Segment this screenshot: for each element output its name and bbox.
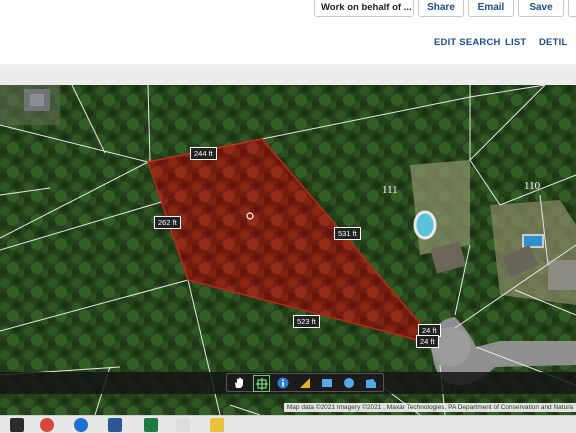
email-button[interactable]: Email [468,0,514,17]
dimension-label: 262 ft [154,216,181,229]
polygon-icon[interactable] [363,375,378,390]
pool [413,210,437,240]
more-button[interactable] [568,0,576,17]
detail-link[interactable]: DETIL [539,37,567,48]
satellite-map[interactable]: 111 110 244 ft 262 ft 531 ft 523 ft 24 f… [0,85,576,415]
house-roof [30,94,44,106]
dimension-label: 24 ft [416,335,439,348]
edge-icon[interactable] [74,418,88,432]
hand-icon[interactable] [231,375,246,390]
file-explorer-icon[interactable] [10,418,24,432]
rectangle-icon[interactable] [319,375,334,390]
excel-icon[interactable] [144,418,158,432]
top-toolbar: Work on behalf of ... Share Email Save E… [0,0,576,64]
map-tools [226,373,384,392]
dimension-label: 244 ft [190,147,217,160]
map-attribution: Map data ©2021 Imagery ©2021 , Maxar Tec… [283,403,576,412]
app-icon[interactable] [176,418,190,432]
save-button[interactable]: Save [518,0,564,17]
pool [522,234,544,248]
dimension-label: 523 ft [293,315,320,328]
map-canvas[interactable] [0,85,576,415]
chrome-icon[interactable] [40,418,54,432]
ruler-icon[interactable] [297,375,312,390]
driveway [548,260,576,290]
share-button[interactable]: Share [418,0,464,17]
work-on-behalf-select[interactable]: Work on behalf of ... [314,0,414,17]
circle-icon[interactable] [341,375,356,390]
folder-icon[interactable] [210,418,224,432]
crosshair-icon[interactable] [253,375,270,392]
word-icon[interactable] [108,418,122,432]
parcel-number: 111 [382,184,398,196]
list-link[interactable]: LIST [505,37,526,48]
edit-search-link[interactable]: EDIT SEARCH [434,37,501,48]
clearing [410,160,470,255]
dimension-label: 531 ft [334,227,361,240]
parcel-number: 110 [524,180,541,192]
map-header-band [0,68,576,86]
info-icon[interactable] [275,375,290,390]
